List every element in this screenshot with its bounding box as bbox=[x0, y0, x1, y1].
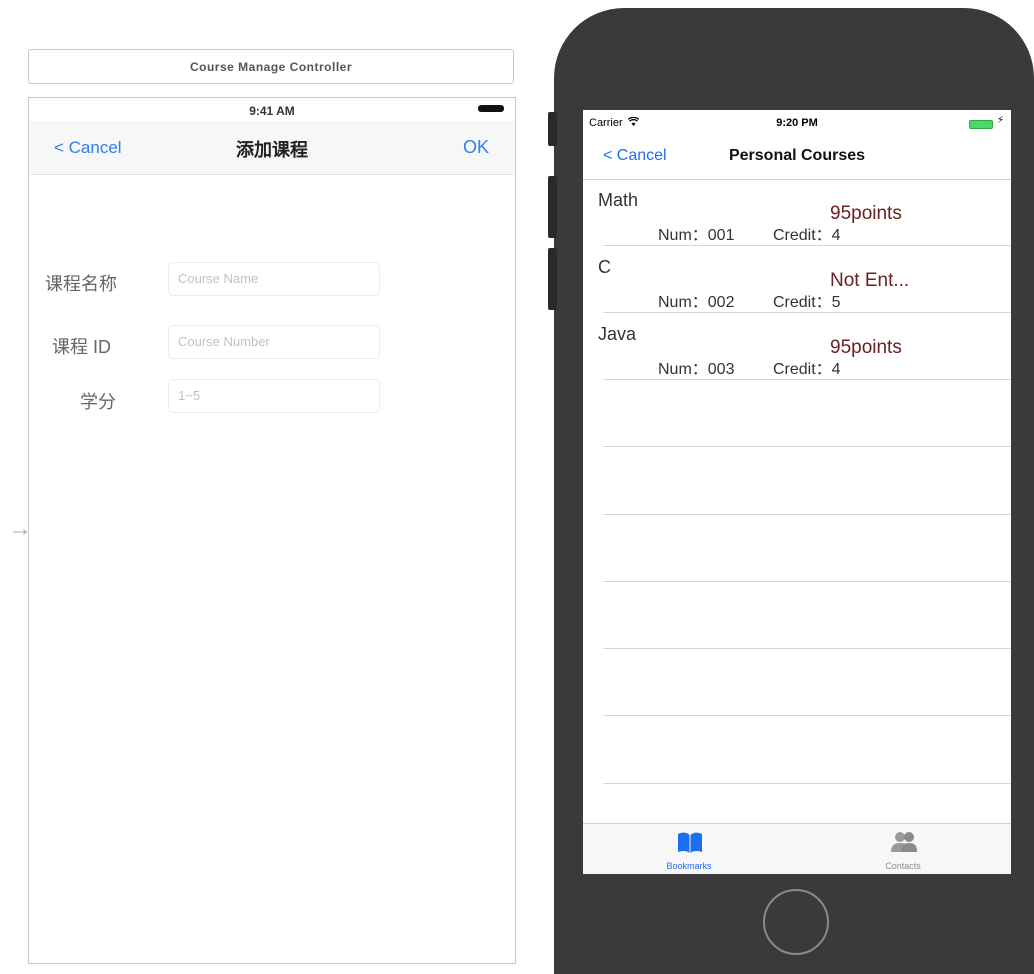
course-name: C bbox=[598, 257, 611, 277]
volume-up-button bbox=[548, 176, 557, 238]
storyboard-ok-button[interactable]: OK bbox=[463, 137, 489, 158]
storyboard-status-time: 9:41 AM bbox=[249, 104, 295, 118]
tab-bookmarks-label: Bookmarks bbox=[666, 861, 712, 871]
course-row[interactable]: Math Num：001 Credit：4 95points bbox=[583, 180, 1011, 247]
tab-contacts[interactable]: Contacts bbox=[853, 828, 953, 873]
row-separator bbox=[603, 581, 1011, 582]
battery-icon bbox=[478, 105, 504, 112]
credit-field[interactable]: 1~5 bbox=[168, 379, 380, 413]
row-separator bbox=[603, 245, 1011, 246]
course-row[interactable]: C Num：002 Credit：5 Not Ent... bbox=[583, 247, 1011, 314]
nav-bar: < Cancel Personal Courses bbox=[583, 134, 1011, 180]
segue-arrow-icon: → bbox=[8, 515, 32, 542]
credit-label: 学分 bbox=[80, 392, 116, 412]
status-time: 9:20 PM bbox=[776, 117, 818, 129]
course-name: Java bbox=[598, 324, 637, 344]
course-score: 95points bbox=[830, 203, 902, 224]
charging-icon: ⚡ bbox=[997, 115, 1005, 126]
row-separator bbox=[603, 648, 1011, 649]
status-bar: Carrier 9:20 PM ⚡ bbox=[583, 110, 1011, 134]
course-number-field[interactable]: Course Number bbox=[168, 325, 380, 359]
course-id-label: 课程 ID bbox=[52, 337, 112, 357]
phone-screen: Carrier 9:20 PM ⚡ < Cancel Personal Cour… bbox=[583, 110, 1011, 874]
volume-down-button bbox=[548, 248, 557, 310]
tab-bookmarks[interactable]: Bookmarks bbox=[639, 828, 739, 873]
course-number: Num：001 bbox=[658, 227, 735, 244]
bookmarks-icon bbox=[678, 832, 702, 853]
row-separator bbox=[603, 715, 1011, 716]
course-name: Math bbox=[598, 190, 639, 210]
mute-switch bbox=[548, 112, 557, 146]
storyboard-scene-frame bbox=[28, 97, 516, 964]
controller-title: Course Manage Controller bbox=[28, 49, 514, 84]
nav-title: Personal Courses bbox=[728, 147, 866, 164]
row-separator bbox=[603, 379, 1011, 380]
course-name-field[interactable]: Course Name bbox=[168, 262, 380, 296]
contacts-icon bbox=[891, 832, 917, 852]
course-number: Num：002 bbox=[658, 294, 735, 311]
tab-bar: Bookmarks Contacts bbox=[583, 823, 1011, 874]
battery-icon bbox=[969, 120, 993, 129]
tab-contacts-label: Contacts bbox=[885, 861, 921, 871]
course-name-label: 课程名称 bbox=[45, 274, 117, 294]
course-number: Num：003 bbox=[658, 361, 735, 378]
course-row[interactable]: Java Num：003 Credit：4 95points bbox=[583, 314, 1011, 381]
row-separator bbox=[603, 514, 1011, 515]
row-separator bbox=[603, 783, 1011, 784]
home-button[interactable] bbox=[763, 889, 829, 955]
course-score: Not Ent... bbox=[830, 270, 910, 291]
row-separator bbox=[603, 446, 1011, 447]
course-score: 95points bbox=[830, 337, 902, 358]
row-separator bbox=[603, 312, 1011, 313]
